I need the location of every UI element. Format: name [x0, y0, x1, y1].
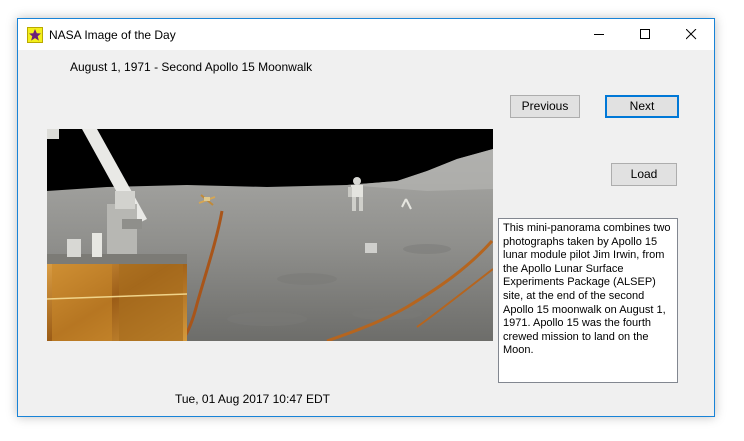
close-icon [686, 29, 697, 40]
maximize-icon [640, 29, 650, 39]
timestamp-label: Tue, 01 Aug 2017 10:47 EDT [175, 392, 330, 406]
minimize-button[interactable] [576, 19, 622, 50]
app-window: NASA Image of the Day August 1, 1971 - S… [17, 18, 715, 417]
load-button[interactable]: Load [611, 163, 677, 186]
close-button[interactable] [668, 19, 714, 50]
image-title-label: August 1, 1971 - Second Apollo 15 Moonwa… [70, 60, 313, 74]
window-title: NASA Image of the Day [49, 28, 176, 42]
previous-button[interactable]: Previous [510, 95, 580, 118]
minimize-icon [594, 34, 604, 35]
next-button[interactable]: Next [605, 95, 679, 118]
description-textbox[interactable]: This mini-panorama combines two photogra… [498, 218, 678, 383]
title-bar[interactable]: NASA Image of the Day [18, 19, 714, 50]
image-of-the-day-picture [47, 129, 493, 341]
maximize-button[interactable] [622, 19, 668, 50]
description-text: This mini-panorama combines two photogra… [503, 222, 671, 357]
star-app-icon [27, 27, 43, 43]
